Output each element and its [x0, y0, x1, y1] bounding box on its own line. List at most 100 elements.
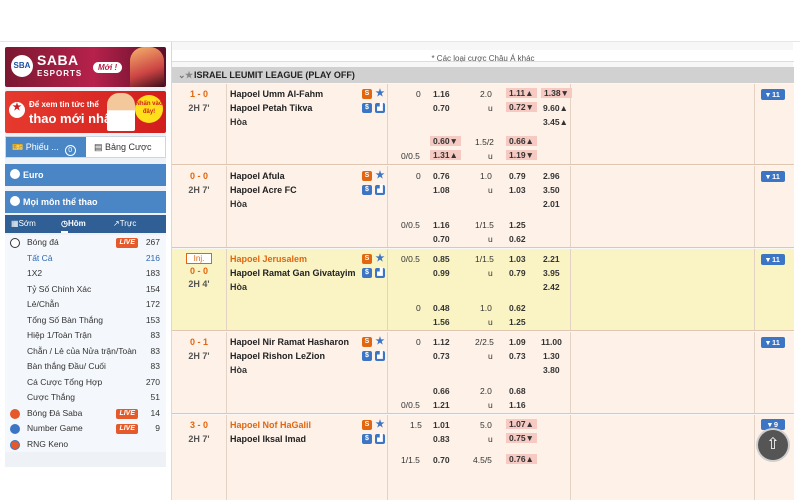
sport-item-number-game[interactable]: Number Game LIVE 9	[5, 421, 166, 437]
tab-today[interactable]: ◷ Hôm ...	[61, 215, 86, 246]
odds-cell[interactable]: 1.09	[509, 337, 526, 347]
league-header[interactable]: ⌄ ★ ISRAEL LEUMIT LEAGUE (PLAY OFF)	[172, 67, 794, 83]
star-icon[interactable]: ★	[375, 171, 385, 181]
bet-type-all[interactable]: Tất Cả 216	[5, 251, 166, 267]
home-team[interactable]: Hapoel Jerusalem	[230, 254, 307, 264]
star-icon[interactable]: ★	[375, 420, 385, 430]
odds-cell[interactable]: 0.73	[433, 351, 450, 361]
bet-type-1x2[interactable]: 1X2 183	[5, 266, 166, 282]
stats-icon[interactable]: S	[362, 254, 372, 264]
odds-cell[interactable]: 1.25	[509, 317, 526, 327]
odds-cell[interactable]: 1.19▼	[506, 150, 537, 160]
odds-cell[interactable]: 0.83	[433, 434, 450, 444]
odds-cell[interactable]: 0.60▼	[430, 136, 461, 146]
odds-cell[interactable]: 1.16	[433, 220, 450, 230]
odds-cell[interactable]: 3.50	[543, 185, 560, 195]
odds-cell[interactable]: 0.48	[433, 303, 450, 313]
odds-cell[interactable]: 0.72▼	[506, 102, 537, 112]
odds-cell[interactable]: 1.25	[509, 220, 526, 230]
bet-type-total-goals[interactable]: Tổng Số Bàn Thắng 153	[5, 313, 166, 329]
stats-icon[interactable]: S	[362, 89, 372, 99]
odds-cell[interactable]: 1.03	[509, 185, 526, 195]
chart-icon[interactable]: ▟	[375, 103, 385, 113]
odds-cell[interactable]: 1.31▲	[430, 150, 461, 160]
bet-type-first-last-goal[interactable]: Bàn thắng Đầu/ Cuối 83	[5, 359, 166, 375]
more-bets-button[interactable]: ▾ 11	[761, 254, 785, 265]
away-team[interactable]: Hapoel Rishon LeZion	[230, 351, 325, 361]
odds-cell[interactable]: 0.62	[509, 303, 526, 313]
odds-cell[interactable]: 1.38▼	[541, 88, 572, 98]
chart-icon[interactable]: ▟	[375, 351, 385, 361]
odds-cell[interactable]: 1.07▲	[506, 419, 537, 429]
s-icon[interactable]: $	[362, 185, 372, 195]
sport-item-football[interactable]: Bóng đá LIVE 267	[5, 235, 166, 251]
s-icon[interactable]: $	[362, 351, 372, 361]
odds-cell[interactable]: 0.76	[433, 171, 450, 181]
bet-type-half-odd-even[interactable]: Chẵn / Lẻ của Nửa trận/Toàn 83	[5, 344, 166, 360]
odds-cell[interactable]: 0.70	[433, 234, 450, 244]
odds-cell[interactable]: 0.66	[433, 386, 450, 396]
odds-cell[interactable]: 3.80	[543, 365, 560, 375]
tab-live[interactable]: ↗ Trực tiếp	[113, 215, 136, 246]
away-team[interactable]: Hapoel Ramat Gan Givatayim	[230, 268, 356, 278]
bet-type-ht-ft[interactable]: Hiệp 1/Toàn Trận 83	[5, 328, 166, 344]
odds-cell[interactable]: 1.03	[509, 254, 526, 264]
star-icon[interactable]: ★	[375, 337, 385, 347]
sport-item-rng-keno[interactable]: RNG Keno	[5, 437, 166, 453]
odds-cell[interactable]: 0.79	[509, 171, 526, 181]
stats-icon[interactable]: S	[362, 420, 372, 430]
more-bets-button[interactable]: ▾ 11	[761, 171, 785, 182]
odds-cell[interactable]: 3.95	[543, 268, 560, 278]
odds-cell[interactable]: 1.08	[433, 185, 450, 195]
odds-cell[interactable]: 2.01	[543, 199, 560, 209]
odds-cell[interactable]: 0.68	[509, 386, 526, 396]
odds-cell[interactable]: 0.70	[433, 103, 450, 113]
odds-cell[interactable]: 1.21	[433, 400, 450, 410]
away-team[interactable]: Hapoel Iksal Imad	[230, 434, 306, 444]
more-bets-button[interactable]: ▾ 11	[761, 89, 785, 100]
tab-early[interactable]: ▦ Sớm	[11, 215, 36, 233]
bet-type-odd-even[interactable]: Lẻ/Chẵn 172	[5, 297, 166, 313]
odds-cell[interactable]: 0.75▼	[506, 433, 537, 443]
chart-icon[interactable]: ▟	[375, 434, 385, 444]
chart-icon[interactable]: ▟	[375, 185, 385, 195]
saba-esports-banner[interactable]: SBA SABA ESPORTS Mới !	[5, 47, 166, 87]
odds-cell[interactable]: 0.73	[509, 351, 526, 361]
odds-cell[interactable]: 2.96	[543, 171, 560, 181]
tab-bet-board[interactable]: ▤ Bảng Cược	[88, 137, 166, 157]
odds-cell[interactable]: 11.00	[541, 337, 562, 347]
stats-icon[interactable]: S	[362, 171, 372, 181]
odds-cell[interactable]: 0.70	[433, 455, 450, 465]
home-team[interactable]: Hapoel Nof HaGalil	[230, 420, 311, 430]
away-team[interactable]: Hapoel Acre FC	[230, 185, 297, 195]
back-to-top-icon[interactable]: ⇧	[758, 430, 788, 460]
stats-icon[interactable]: S	[362, 337, 372, 347]
section-euro[interactable]: Euro	[5, 164, 166, 186]
asian-bets-note[interactable]: * Các loại cược Châu Á khác	[172, 52, 794, 66]
s-icon[interactable]: $	[362, 103, 372, 113]
odds-cell[interactable]: 0.79	[509, 268, 526, 278]
odds-cell[interactable]: 1.56	[433, 317, 450, 327]
away-team[interactable]: Hapoel Petah Tikva	[230, 103, 312, 113]
odds-cell[interactable]: 0.66▲	[506, 136, 537, 146]
more-bets-button[interactable]: ▾ 11	[761, 337, 785, 348]
odds-cell[interactable]: 0.62	[509, 234, 526, 244]
section-all-sports[interactable]: Mọi môn thể thao	[5, 191, 166, 213]
odds-cell[interactable]: 2.21	[543, 254, 560, 264]
odds-cell[interactable]: 1.30	[543, 351, 560, 361]
bet-type-correct-score[interactable]: Tỷ Số Chính Xác 154	[5, 282, 166, 298]
sport-item-saba-football[interactable]: Bóng Đá Saba LIVE 14	[5, 406, 166, 422]
tab-ticket[interactable]: 🎫 Phiếu ... 0	[6, 137, 86, 157]
bet-type-parlay[interactable]: Cá Cược Tổng Hợp 270	[5, 375, 166, 391]
star-icon[interactable]: ★	[375, 254, 385, 264]
home-team[interactable]: Hapoel Umm Al-Fahm	[230, 89, 323, 99]
chart-icon[interactable]: ▟	[375, 268, 385, 278]
s-icon[interactable]: $	[362, 268, 372, 278]
odds-cell[interactable]: 9.60▲	[543, 103, 568, 113]
odds-cell[interactable]: 3.45▲	[543, 117, 568, 127]
bet-type-outright[interactable]: Cược Thắng 51	[5, 390, 166, 406]
odds-cell[interactable]: 0.99	[433, 268, 450, 278]
home-team[interactable]: Hapoel Nir Ramat Hasharon	[230, 337, 349, 347]
odds-cell[interactable]: 2.42	[543, 282, 560, 292]
odds-cell[interactable]: 1.01	[433, 420, 450, 430]
